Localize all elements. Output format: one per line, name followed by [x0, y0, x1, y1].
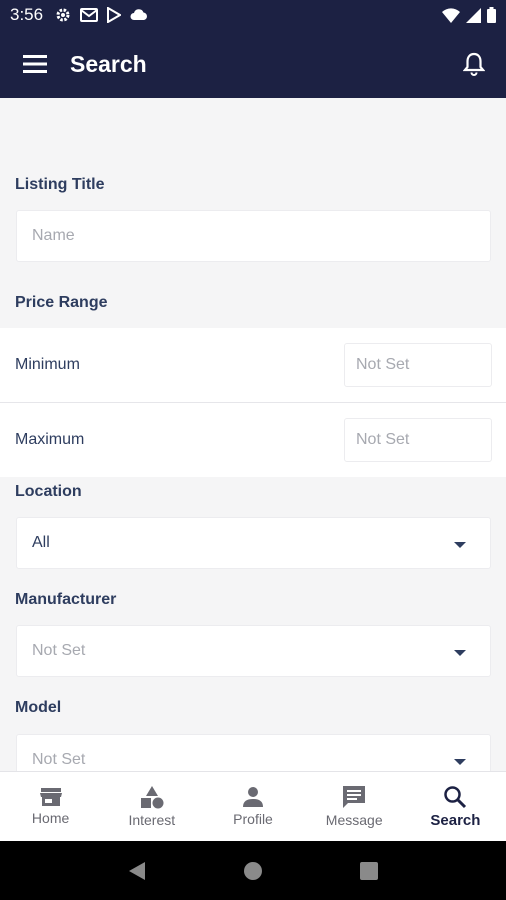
location-dropdown[interactable]: All: [16, 517, 491, 569]
app-bar: Search: [0, 30, 506, 98]
search-form: Listing Title Name Price Range Minimum N…: [0, 98, 506, 771]
model-label: Model: [15, 699, 62, 716]
gear-icon: [56, 8, 70, 22]
manufacturer-label: Manufacturer: [15, 591, 117, 608]
notifications-button[interactable]: [454, 44, 494, 84]
maximum-price-row: Maximum Not Set: [0, 403, 506, 477]
nav-profile-label: Profile: [233, 811, 273, 827]
model-value: Not Set: [32, 751, 86, 768]
chevron-down-icon: [454, 542, 466, 548]
chevron-down-icon: [454, 759, 466, 765]
location-value: All: [32, 534, 50, 551]
listing-title-placeholder: Name: [32, 227, 75, 244]
status-time: 3:56: [10, 5, 44, 24]
menu-button[interactable]: [0, 30, 70, 98]
listing-title-input[interactable]: Name: [16, 210, 491, 262]
price-range-label: Price Range: [15, 294, 108, 311]
nav-message[interactable]: Message: [304, 772, 405, 841]
bottom-navigation: Home Interest Profile Message Search: [0, 771, 506, 841]
nav-home-label: Home: [31, 810, 70, 826]
signal-icon: [466, 7, 481, 23]
person-icon: [243, 787, 263, 807]
wifi-icon: [442, 7, 460, 23]
gmail-icon: [80, 8, 99, 22]
minimum-label: Minimum: [15, 356, 80, 373]
manufacturer-value: Not Set: [32, 642, 86, 659]
page-title: Search: [70, 50, 147, 77]
maximum-price-placeholder: Not Set: [356, 431, 410, 448]
nav-profile[interactable]: Profile: [202, 772, 303, 841]
cloud-icon: [130, 9, 148, 20]
maximum-label: Maximum: [15, 431, 85, 448]
play-store-icon: [107, 7, 122, 23]
shapes-icon: [140, 786, 164, 809]
minimum-price-placeholder: Not Set: [356, 356, 410, 373]
battery-icon: [487, 7, 496, 23]
nav-search-label: Search: [430, 811, 481, 829]
home-circle-icon[interactable]: [243, 861, 263, 881]
model-dropdown[interactable]: Not Set: [16, 734, 491, 771]
search-icon: [444, 785, 467, 808]
nav-message-label: Message: [325, 812, 383, 828]
manufacturer-dropdown[interactable]: Not Set: [16, 625, 491, 677]
nav-interest[interactable]: Interest: [101, 772, 202, 841]
system-navigation-bar: [0, 841, 506, 900]
bell-icon: [463, 52, 485, 76]
back-icon[interactable]: [128, 861, 146, 881]
recents-icon[interactable]: [359, 861, 378, 880]
status-bar: 3:56: [0, 0, 506, 30]
hamburger-menu-icon: [23, 55, 47, 73]
store-icon: [39, 788, 62, 806]
maximum-price-input[interactable]: Not Set: [344, 418, 492, 462]
message-icon: [343, 786, 366, 808]
notification-icons: [55, 7, 148, 23]
listing-title-label: Listing Title: [15, 176, 105, 193]
location-label: Location: [15, 483, 82, 500]
minimum-price-input[interactable]: Not Set: [344, 343, 492, 387]
nav-home[interactable]: Home: [0, 772, 101, 841]
nav-search[interactable]: Search: [405, 772, 506, 841]
nav-interest-label: Interest: [128, 812, 176, 828]
minimum-price-row: Minimum Not Set: [0, 328, 506, 402]
chevron-down-icon: [454, 650, 466, 656]
